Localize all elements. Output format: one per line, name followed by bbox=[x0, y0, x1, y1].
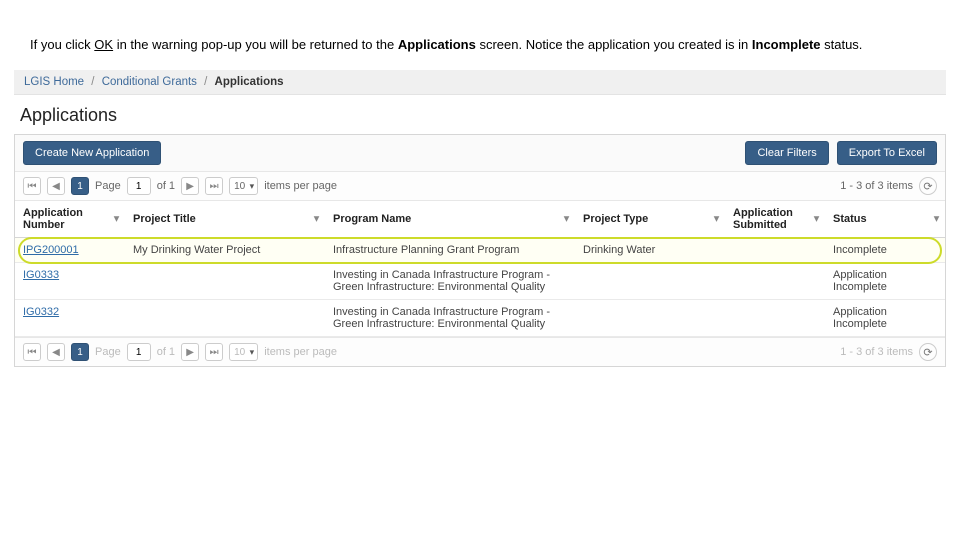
pager-first-icon[interactable]: ⏮ bbox=[23, 177, 41, 195]
pager-current-page[interactable]: 1 bbox=[71, 177, 89, 195]
clear-filters-button[interactable]: Clear Filters bbox=[745, 141, 828, 165]
breadcrumb-home[interactable]: LGIS Home bbox=[24, 76, 84, 88]
pager-first-icon[interactable]: ⏮ bbox=[23, 343, 41, 361]
pager-page-label: Page bbox=[95, 180, 121, 192]
pager-of-label: of 1 bbox=[157, 346, 175, 358]
filter-icon[interactable]: ▾ bbox=[564, 214, 569, 225]
pager-page-label: Page bbox=[95, 346, 121, 358]
program-name-cell: Investing in Canada Infrastructure Progr… bbox=[325, 263, 575, 300]
filter-icon[interactable]: ▾ bbox=[814, 214, 819, 225]
pager-bottom: ⏮ ◀ 1 Page of 1 ▶ ⏭ 10 items per page 1 … bbox=[15, 337, 945, 366]
table-row: IG0332 Investing in Canada Infrastructure… bbox=[15, 300, 945, 337]
pager-next-icon[interactable]: ▶ bbox=[181, 177, 199, 195]
col-project-title[interactable]: Project Title▾ bbox=[125, 201, 325, 238]
program-name-cell: Investing in Canada Infrastructure Progr… bbox=[325, 300, 575, 337]
table-row: IG0333 Investing in Canada Infrastructure… bbox=[15, 263, 945, 300]
pager-prev-icon[interactable]: ◀ bbox=[47, 343, 65, 361]
status-cell: Incomplete bbox=[825, 238, 945, 263]
application-number-link[interactable]: IPG200001 bbox=[15, 238, 125, 263]
pager-last-icon[interactable]: ⏭ bbox=[205, 177, 223, 195]
refresh-icon[interactable]: ⟳ bbox=[919, 343, 937, 361]
project-title-cell bbox=[125, 300, 325, 337]
page-title: Applications bbox=[14, 95, 946, 134]
filter-icon[interactable]: ▾ bbox=[934, 214, 939, 225]
col-status[interactable]: Status▾ bbox=[825, 201, 945, 238]
pager-next-icon[interactable]: ▶ bbox=[181, 343, 199, 361]
col-project-type[interactable]: Project Type▾ bbox=[575, 201, 725, 238]
col-program-name[interactable]: Program Name▾ bbox=[325, 201, 575, 238]
pager-page-size-select[interactable]: 10 bbox=[229, 343, 258, 361]
pager-items-per-page-label: items per page bbox=[264, 180, 337, 192]
col-application-submitted[interactable]: Application Submitted▾ bbox=[725, 201, 825, 238]
filter-icon[interactable]: ▾ bbox=[114, 214, 119, 225]
filter-icon[interactable]: ▾ bbox=[314, 214, 319, 225]
instruction-text: If you click OK in the warning pop-up yo… bbox=[0, 0, 960, 70]
pager-prev-icon[interactable]: ◀ bbox=[47, 177, 65, 195]
breadcrumb: LGIS Home / Conditional Grants / Applica… bbox=[14, 70, 946, 95]
pager-current-page[interactable]: 1 bbox=[71, 343, 89, 361]
col-application-number[interactable]: Application Number▾ bbox=[15, 201, 125, 238]
export-to-excel-button[interactable]: Export To Excel bbox=[837, 141, 937, 165]
application-number-link[interactable]: IG0332 bbox=[15, 300, 125, 337]
applications-table: Application Number▾ Project Title▾ Progr… bbox=[15, 201, 945, 337]
status-cell: Application Incomplete bbox=[825, 300, 945, 337]
pager-summary: 1 - 3 of 3 items bbox=[840, 346, 913, 358]
pager-page-input[interactable] bbox=[127, 343, 151, 361]
application-submitted-cell bbox=[725, 238, 825, 263]
applications-panel: Create New Application Clear Filters Exp… bbox=[14, 134, 946, 367]
project-title-cell bbox=[125, 263, 325, 300]
table-row: IPG200001My Drinking Water ProjectInfras… bbox=[15, 238, 945, 263]
filter-icon[interactable]: ▾ bbox=[714, 214, 719, 225]
program-name-cell: Infrastructure Planning Grant Program bbox=[325, 238, 575, 263]
pager-page-input[interactable] bbox=[127, 177, 151, 195]
pager-last-icon[interactable]: ⏭ bbox=[205, 343, 223, 361]
application-submitted-cell bbox=[725, 300, 825, 337]
project-type-cell bbox=[575, 300, 725, 337]
pager-top: ⏮ ◀ 1 Page of 1 ▶ ⏭ 10 items per page 1 … bbox=[15, 172, 945, 201]
project-title-cell: My Drinking Water Project bbox=[125, 238, 325, 263]
application-number-link[interactable]: IG0333 bbox=[15, 263, 125, 300]
project-type-cell bbox=[575, 263, 725, 300]
pager-of-label: of 1 bbox=[157, 180, 175, 192]
breadcrumb-current: Applications bbox=[215, 76, 284, 88]
refresh-icon[interactable]: ⟳ bbox=[919, 177, 937, 195]
project-type-cell: Drinking Water bbox=[575, 238, 725, 263]
create-new-application-button[interactable]: Create New Application bbox=[23, 141, 161, 165]
pager-summary: 1 - 3 of 3 items bbox=[840, 180, 913, 192]
pager-page-size-select[interactable]: 10 bbox=[229, 177, 258, 195]
pager-items-per-page-label: items per page bbox=[264, 346, 337, 358]
application-submitted-cell bbox=[725, 263, 825, 300]
status-cell: Application Incomplete bbox=[825, 263, 945, 300]
breadcrumb-conditional-grants[interactable]: Conditional Grants bbox=[102, 76, 197, 88]
